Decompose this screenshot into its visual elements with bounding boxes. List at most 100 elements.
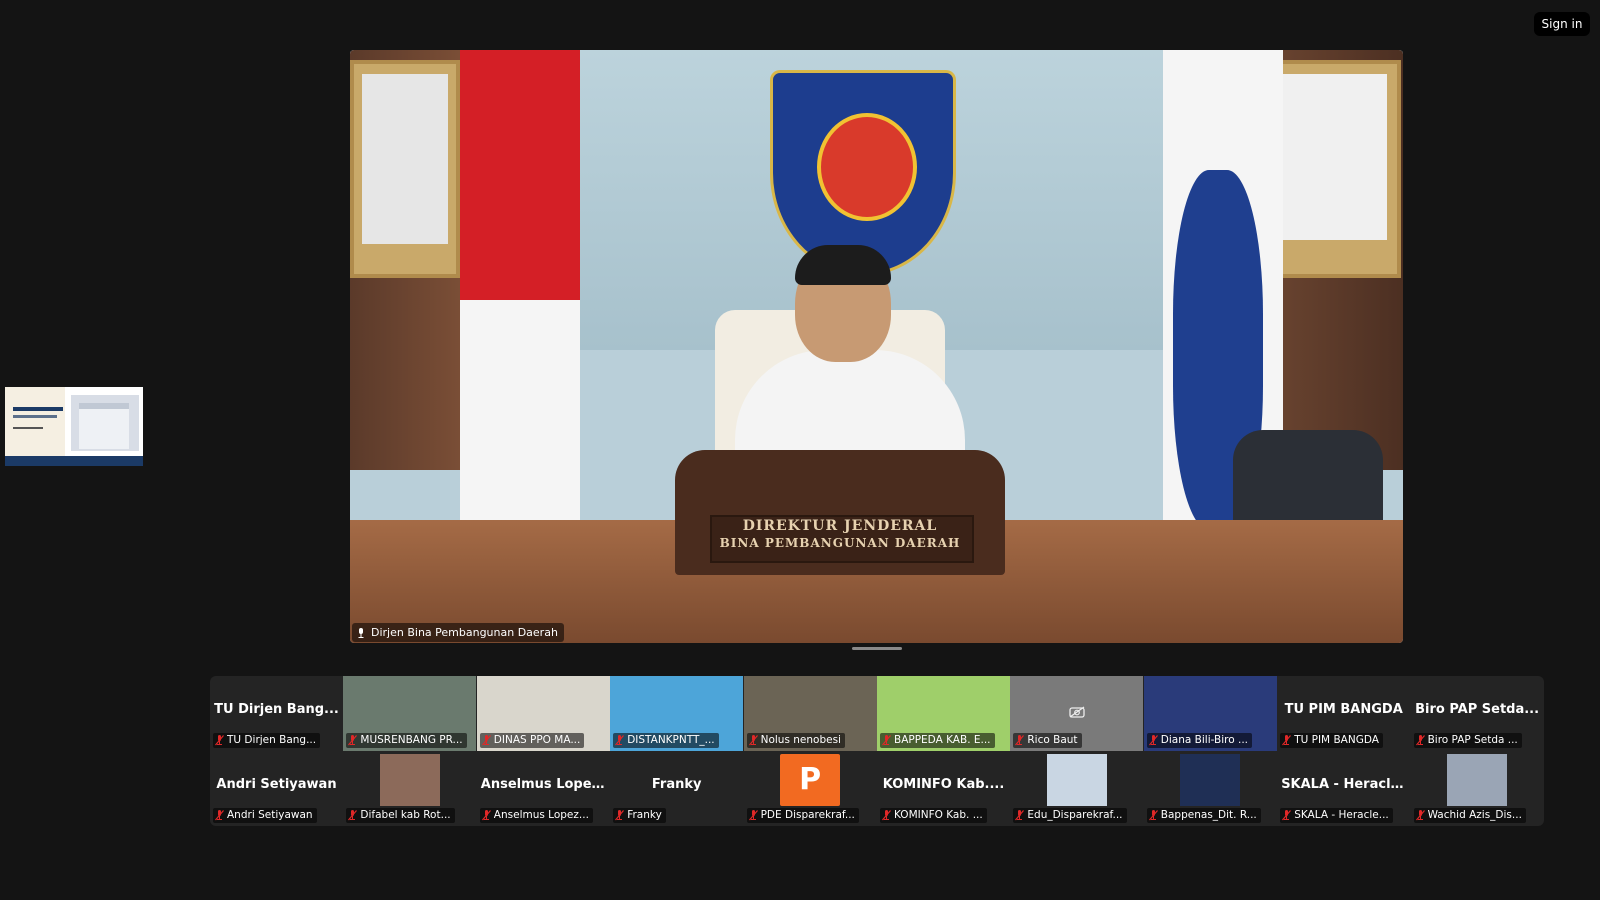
participant-name-label: TU Dirjen Bang...: [213, 733, 321, 748]
mic-muted-icon: [481, 735, 491, 746]
participant-name: DISTANKPNTT_...: [627, 734, 715, 746]
participant-name: KOMINFO Kab. ...: [894, 809, 983, 821]
participant-name: Franky: [627, 809, 662, 821]
avatar: P: [780, 754, 841, 806]
participant-name-label: Anselmus Lopez...: [479, 808, 593, 823]
thumbnail-building-image: [71, 395, 139, 451]
mic-muted-icon: [1282, 810, 1292, 821]
participant-name: Diana Bili-Biro ...: [1160, 734, 1249, 746]
participant-name: Anselmus Lopez...: [493, 809, 589, 821]
participant-tile[interactable]: TU Dirjen Bang... TU Dirjen Bang...: [210, 676, 343, 751]
participant-name: Edu_Disparekraf...: [1027, 809, 1123, 821]
participant-tile[interactable]: Biro PAP Setda... Biro PAP Setda ...: [1411, 676, 1544, 751]
participant-name: BAPPEDA KAB. E...: [894, 734, 991, 746]
participant-display-name: Andri Setiyawan: [216, 777, 337, 792]
participant-name-label: Wachid Azis_Dis...: [1413, 808, 1526, 823]
participant-tile[interactable]: P PDE Disparekraf...: [744, 751, 877, 826]
indonesian-flag: [460, 50, 580, 550]
participant-name: Andri Setiyawan: [227, 809, 313, 821]
participant-name: TU Dirjen Bang...: [227, 734, 317, 746]
participant-tile[interactable]: TU PIM BANGDA TU PIM BANGDA: [1277, 676, 1410, 751]
mic-muted-icon: [1282, 735, 1292, 746]
mic-muted-icon: [348, 810, 358, 821]
mic-muted-icon: [481, 810, 491, 821]
participant-tile[interactable]: Wachid Azis_Dis...: [1411, 751, 1544, 826]
desk-nameplate: DIREKTUR JENDERAL BINA PEMBANGUNAN DAERA…: [675, 450, 1005, 575]
participant-name-label: DISTANKPNTT_...: [613, 733, 719, 748]
thumbnail-cover-panel: [5, 387, 65, 456]
mic-muted-icon: [882, 735, 891, 746]
participant-tile[interactable]: MUSRENBANG PR...: [343, 676, 477, 751]
shared-screen-thumbnail[interactable]: [5, 387, 143, 466]
participant-tile[interactable]: Diana Bili-Biro ...: [1143, 676, 1277, 751]
participant-name-label: SKALA - Heracle...: [1280, 808, 1393, 823]
participant-tile[interactable]: SKALA - Heracle... SKALA - Heracle...: [1277, 751, 1410, 826]
participant-display-name: Biro PAP Setda...: [1415, 702, 1540, 717]
thumbnail-text-line: [13, 427, 43, 429]
mic-muted-icon: [615, 810, 625, 821]
participant-tile[interactable]: Difabel kab Rot...: [343, 751, 476, 826]
mic-muted-icon: [348, 735, 358, 746]
participant-tile[interactable]: Edu_Disparekraf...: [1010, 751, 1143, 826]
participant-tile[interactable]: Nolus nenobesi: [743, 676, 877, 751]
participant-name: TU PIM BANGDA: [1294, 734, 1379, 746]
mic-muted-icon: [215, 735, 224, 746]
participant-name: PDE Disparekraf...: [760, 809, 855, 821]
participant-name-label: Difabel kab Rot...: [346, 808, 455, 823]
mic-icon: [358, 627, 364, 638]
participant-name: Bappenas_Dit. R...: [1160, 809, 1257, 821]
mic-muted-icon: [1015, 735, 1025, 746]
participant-name-label: Rico Baut: [1013, 733, 1082, 748]
avatar: [1046, 754, 1107, 806]
camera-off-icon: [1069, 706, 1086, 718]
participant-tile[interactable]: DINAS PPO MA...: [476, 676, 610, 751]
participant-tile[interactable]: Franky Franky: [610, 751, 743, 826]
participant-name: Rico Baut: [1027, 734, 1078, 746]
nameplate-line-2: BINA PEMBANGUNAN DAERAH: [719, 536, 961, 550]
participant-display-name: SKALA - Heracle...: [1281, 777, 1411, 792]
speaker-name: Dirjen Bina Pembangunan Daerah: [371, 626, 558, 639]
participant-name-label: TU PIM BANGDA: [1280, 733, 1383, 748]
participant-gallery: TU Dirjen Bang... TU Dirjen Bang... MUSREN…: [210, 676, 1544, 826]
participant-name-label: Nolus nenobesi: [746, 733, 845, 748]
participant-tile[interactable]: Andri Setiyawan Andri Setiyawan: [210, 751, 343, 826]
participant-tile[interactable]: Anselmus Lopez... Anselmus Lopez...: [477, 751, 610, 826]
participant-name-label: Andri Setiyawan: [213, 808, 317, 823]
mic-muted-icon: [882, 810, 891, 821]
participant-tile[interactable]: Rico Baut: [1010, 676, 1144, 751]
participant-name-label: BAPPEDA KAB. E...: [880, 733, 995, 748]
participant-name-label: PDE Disparekraf...: [746, 808, 859, 823]
avatar: [1180, 754, 1241, 806]
participant-display-name: Franky: [651, 777, 702, 792]
gallery-page-indicator[interactable]: [852, 647, 902, 650]
participant-tile[interactable]: DISTANKPNTT_...: [610, 676, 744, 751]
participant-name-label: DINAS PPO MA...: [479, 733, 585, 748]
participant-tile[interactable]: KOMINFO Kab.... KOMINFO Kab. ...: [877, 751, 1010, 826]
thumbnail-title-bar: [13, 407, 63, 411]
participant-name: Wachid Azis_Dis...: [1427, 809, 1522, 821]
avatar: [379, 754, 440, 806]
main-speaker-video[interactable]: DIREKTUR JENDERAL BINA PEMBANGUNAN DAERA…: [350, 50, 1403, 643]
participant-name: MUSRENBANG PR...: [360, 734, 463, 746]
participant-display-name: TU Dirjen Bang...: [214, 702, 339, 717]
portrait-photo-right: [1275, 74, 1387, 240]
sign-in-button[interactable]: Sign in: [1534, 12, 1590, 36]
portrait-photo-left: [362, 74, 448, 244]
speaker-hair: [795, 245, 891, 285]
nameplate-line-1: DIREKTUR JENDERAL: [742, 518, 938, 534]
participant-display-name: Anselmus Lopez...: [480, 777, 610, 792]
avatar: [1447, 754, 1508, 806]
participant-tile[interactable]: BAPPEDA KAB. E...: [877, 676, 1010, 751]
participant-tile[interactable]: Bappenas_Dit. R...: [1144, 751, 1277, 826]
participant-name: DINAS PPO MA...: [493, 734, 581, 746]
participant-name-label: Biro PAP Setda ...: [1413, 733, 1522, 748]
mic-muted-icon: [215, 810, 224, 821]
participant-display-name: TU PIM BANGDA: [1284, 702, 1403, 717]
mic-muted-icon: [1415, 735, 1425, 746]
participant-name: Nolus nenobesi: [760, 734, 841, 746]
participant-name: Difabel kab Rot...: [360, 809, 451, 821]
garuda-shield: [817, 113, 917, 221]
participant-name-label: KOMINFO Kab. ...: [880, 808, 987, 823]
thumbnail-footer-band: [5, 456, 143, 466]
speaker-name-tag: Dirjen Bina Pembangunan Daerah: [352, 623, 564, 642]
